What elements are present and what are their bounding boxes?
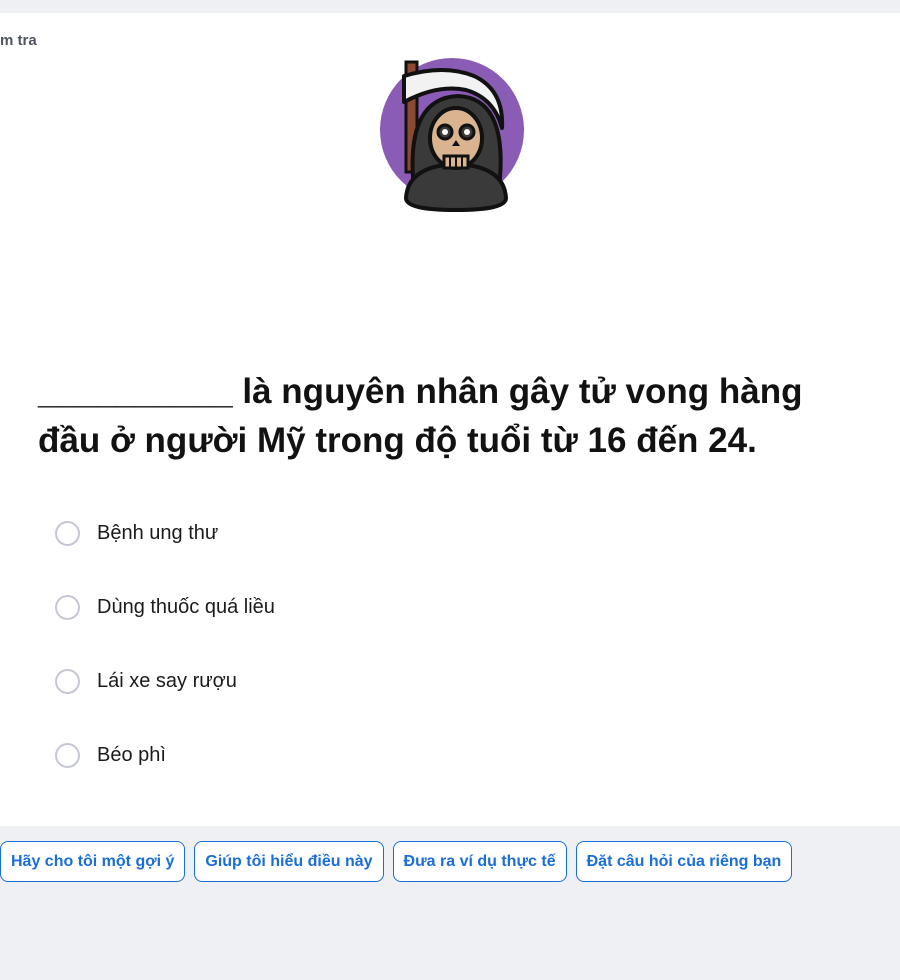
radio-button[interactable] bbox=[55, 520, 80, 546]
question-blank: __________ bbox=[38, 372, 233, 411]
answer-option[interactable]: Bệnh ung thư bbox=[55, 514, 275, 552]
answer-option[interactable]: Béo phì bbox=[55, 737, 275, 775]
answer-option[interactable]: Lái xe say rượu bbox=[55, 663, 275, 701]
radio-button[interactable] bbox=[55, 669, 80, 695]
breadcrumb: m tra bbox=[0, 32, 37, 49]
robe bbox=[403, 161, 509, 213]
ask-question-button[interactable]: Đặt câu hỏi của riêng bạn bbox=[575, 841, 793, 882]
grim-reaper-icon bbox=[380, 58, 524, 213]
radio-button[interactable] bbox=[55, 594, 80, 620]
explain-button[interactable]: Giúp tôi hiểu điều này bbox=[194, 841, 384, 882]
answer-options: Bệnh ung thư Dùng thuốc quá liều Lái xe … bbox=[55, 514, 275, 811]
answer-option[interactable]: Dùng thuốc quá liều bbox=[55, 588, 275, 626]
answer-option-label: Dùng thuốc quá liều bbox=[97, 595, 275, 618]
question-text: __________ là nguyên nhân gây tử vong hà… bbox=[38, 367, 858, 465]
real-example-button[interactable]: Đưa ra ví dụ thực tế bbox=[392, 841, 567, 882]
answer-option-label: Bệnh ung thư bbox=[97, 521, 219, 544]
hint-button[interactable]: Hãy cho tôi một gợi ý bbox=[0, 841, 186, 882]
radio-button[interactable] bbox=[55, 743, 80, 769]
answer-option-label: Béo phì bbox=[97, 744, 166, 767]
answer-option-label: Lái xe say rượu bbox=[97, 670, 237, 693]
help-chips: Hãy cho tôi một gợi ý Giúp tôi hiểu điều… bbox=[0, 841, 793, 882]
